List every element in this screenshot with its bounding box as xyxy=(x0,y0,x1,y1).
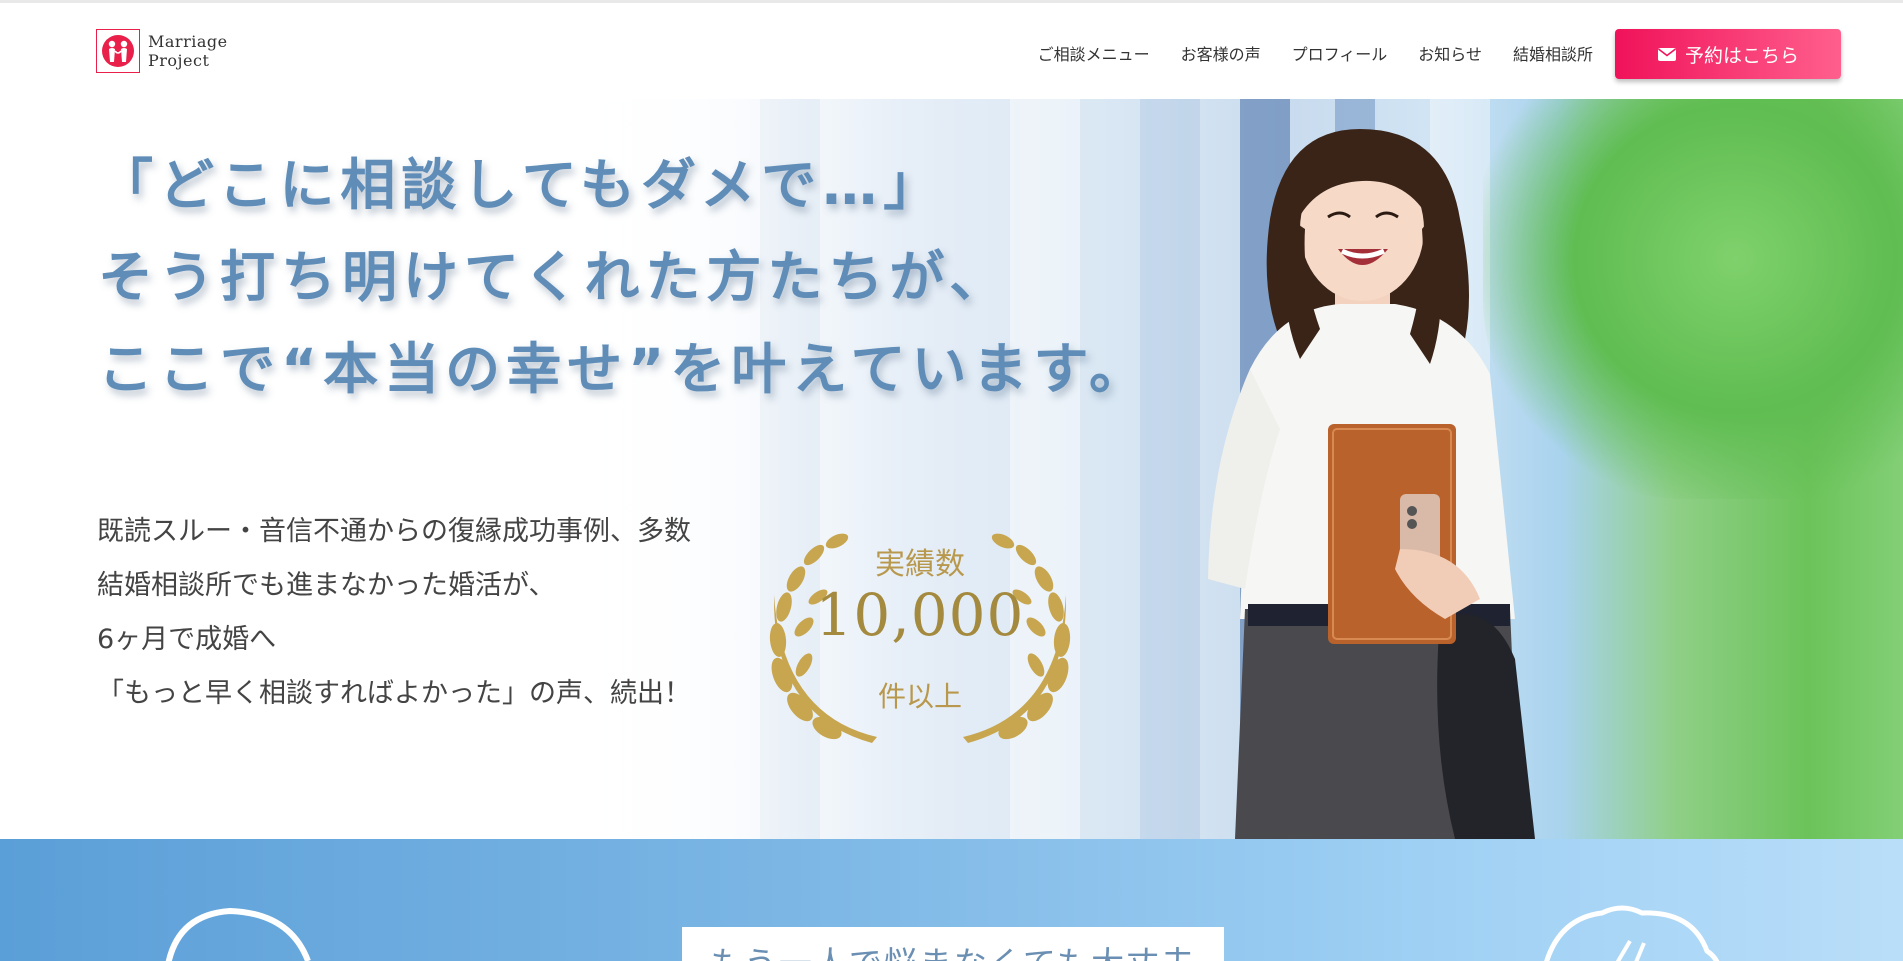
achievement-badge: 実績数 10,000 件以上 xyxy=(752,515,1088,755)
site-header: Marriage Project ご相談メニュー お客様の声 プロフィール お知… xyxy=(0,3,1903,99)
hero-headline: 「どこに相談してもダメで…」 そう打ち明けてくれた方たちが、 ここで“本当の幸せ… xyxy=(98,139,1150,415)
reservation-button-label: 予約はこちら xyxy=(1684,44,1799,67)
hero-section: 「どこに相談してもダメで…」 そう打ち明けてくれた方たちが、 ここで“本当の幸せ… xyxy=(0,99,1903,839)
subtext-line-4: 「もっと早く相談すればよかった」の声、続出！ xyxy=(97,678,691,709)
page: Marriage Project ご相談メニュー お客様の声 プロフィール お知… xyxy=(0,0,1903,961)
headline-line-3: ここで“本当の幸せ”を叶えています。 xyxy=(98,337,1151,401)
reservation-button[interactable]: 予約はこちら xyxy=(1615,29,1841,79)
nav-item-consultation-menu[interactable]: ご相談メニュー xyxy=(1038,41,1150,65)
logo-name-line2: Project xyxy=(148,51,210,70)
nav-item-profile[interactable]: プロフィール xyxy=(1292,41,1388,65)
logo-text: Marriage Project xyxy=(148,32,228,70)
woman-photo xyxy=(1208,129,1535,839)
subtext-line-2: 結婚相談所でも進まなかった婚活が、 xyxy=(97,570,556,601)
subtext-line-3: 6ヶ月で成婚へ xyxy=(97,624,277,655)
main-nav: ご相談メニュー お客様の声 プロフィール お知らせ 結婚相談所 xyxy=(1038,41,1593,65)
nav-item-customer-voices[interactable]: お客様の声 xyxy=(1181,41,1261,65)
envelope-icon xyxy=(1657,48,1676,61)
headline-line-1: 「どこに相談してもダメで…」 xyxy=(98,153,945,217)
nav-item-marriage-agency[interactable]: 結婚相談所 xyxy=(1513,41,1593,65)
badge-title: 実績数 xyxy=(875,547,965,582)
badge-unit: 件以上 xyxy=(877,680,962,713)
site-logo[interactable]: Marriage Project xyxy=(96,29,228,73)
section-title: もう一人で悩まなくても大丈夫 xyxy=(710,937,1196,961)
intro-band: もう一人で悩まなくても大丈夫 xyxy=(0,839,1903,961)
section-title-box: もう一人で悩まなくても大丈夫 xyxy=(682,927,1224,961)
nav-item-news[interactable]: お知らせ xyxy=(1418,41,1482,65)
logo-mark-icon xyxy=(96,29,140,73)
headline-line-2: そう打ち明けてくれた方たちが、 xyxy=(98,245,1011,309)
logo-name-line1: Marriage xyxy=(148,32,228,51)
consultation-illustration-icon xyxy=(165,907,311,961)
hero-subtext: 既読スルー・音信不通からの復縁成功事例、多数 結婚相談所でも進まなかった婚活が、… xyxy=(97,505,691,721)
subtext-line-1: 既読スルー・音信不通からの復縁成功事例、多数 xyxy=(97,516,691,547)
badge-number: 10,000 xyxy=(815,581,1025,649)
speech-bubble-illustration-icon xyxy=(1544,905,1720,961)
